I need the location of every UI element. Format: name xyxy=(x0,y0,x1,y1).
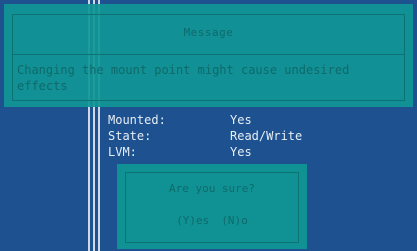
info-row-state: State: Read/Write xyxy=(108,128,368,144)
yes-button[interactable]: (Y)es xyxy=(176,214,209,227)
partition-info: Mounted: Yes State: Read/Write LVM: Yes xyxy=(108,112,368,160)
info-key: State: xyxy=(108,129,152,143)
info-row-lvm: LVM: Yes xyxy=(108,144,368,160)
info-row-mounted: Mounted: Yes xyxy=(108,112,368,128)
info-value: Read/Write xyxy=(230,129,303,143)
title-divider xyxy=(13,54,404,55)
confirm-question: Are you sure? xyxy=(168,182,256,195)
message-text: Changing the mount point might cause und… xyxy=(17,63,350,93)
confirm-dialog: Are you sure? (Y)es (N)o xyxy=(117,164,307,249)
message-dialog: Message Changing the mount point might c… xyxy=(4,4,413,107)
info-key: LVM: xyxy=(108,145,137,159)
confirm-buttons: (Y)es (N)o xyxy=(117,214,307,227)
no-button[interactable]: (N)o xyxy=(221,214,248,227)
info-value: Yes xyxy=(230,145,252,159)
info-key: Mounted: xyxy=(108,113,166,127)
message-title: Message xyxy=(183,26,234,39)
info-value: Yes xyxy=(230,113,252,127)
terminal-screen: Mounted: Yes State: Read/Write LVM: Yes Mes… xyxy=(0,0,417,251)
